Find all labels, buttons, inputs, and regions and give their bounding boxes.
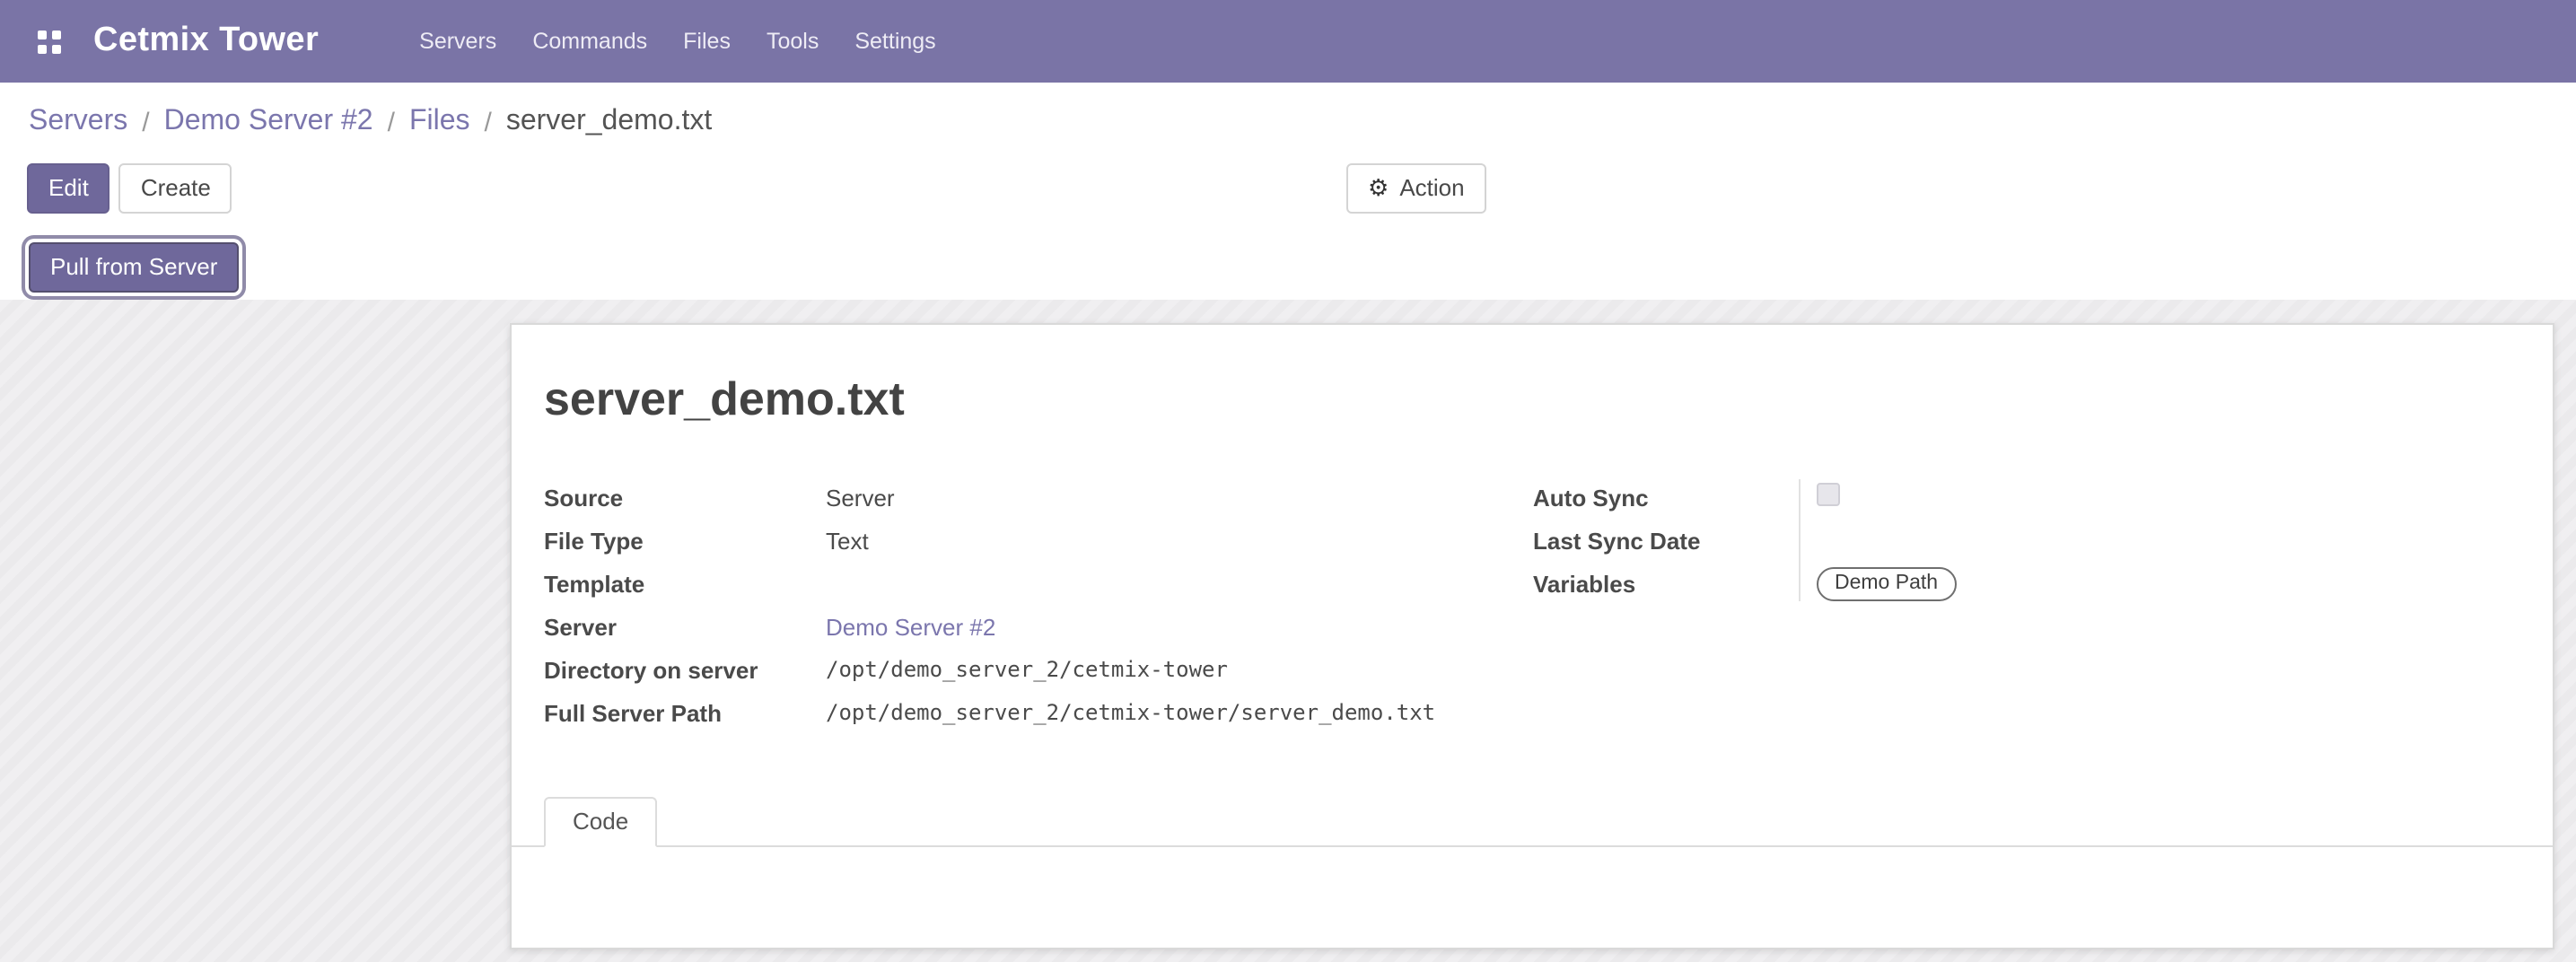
- breadcrumb: Servers / Demo Server #2 / Files / serve…: [29, 106, 712, 138]
- action-button-label: Action: [1399, 174, 1464, 203]
- breadcrumb-separator: /: [388, 107, 395, 137]
- field-label-variables: Variables: [1533, 570, 1817, 597]
- action-button[interactable]: ⚙ Action: [1346, 163, 1486, 214]
- edit-button[interactable]: Edit: [27, 163, 110, 214]
- breadcrumb-link-files[interactable]: Files: [409, 106, 470, 138]
- form-sheet: server_demo.txt Source Server File Type …: [510, 323, 2554, 949]
- field-group-right: Auto Sync Last Sync Date Variables Demo …: [1533, 476, 2511, 605]
- top-navbar: Cetmix Tower Servers Commands Files Tool…: [0, 0, 2576, 83]
- main-menu: Servers Commands Files Tools Settings: [401, 0, 954, 83]
- field-value-file-type: Text: [826, 527, 869, 554]
- field-label-last-sync-date: Last Sync Date: [1533, 527, 1817, 554]
- pull-from-server-button[interactable]: Pull from Server: [29, 242, 239, 293]
- app-brand[interactable]: Cetmix Tower: [93, 22, 319, 61]
- breadcrumb-current: server_demo.txt: [506, 106, 712, 138]
- menu-item-files[interactable]: Files: [665, 0, 749, 83]
- field-row-last-sync-date: Last Sync Date: [1533, 519, 2511, 562]
- gear-icon: ⚙: [1368, 174, 1389, 203]
- field-label-directory: Directory on server: [544, 656, 826, 683]
- tab-code-label: Code: [573, 808, 628, 835]
- field-label-template: Template: [544, 570, 826, 597]
- field-value-full-path: /opt/demo_server_2/cetmix-tower/server_d…: [826, 700, 1435, 725]
- field-value-server-link[interactable]: Demo Server #2: [826, 613, 995, 640]
- record-title: server_demo.txt: [544, 372, 905, 427]
- field-row-source: Source Server: [544, 476, 1504, 519]
- field-row-full-path: Full Server Path /opt/demo_server_2/cetm…: [544, 691, 1504, 734]
- menu-item-commands[interactable]: Commands: [514, 0, 665, 83]
- menu-item-tools[interactable]: Tools: [749, 0, 837, 83]
- variable-tag-demo-path[interactable]: Demo Path: [1817, 566, 1956, 600]
- apps-menu-button[interactable]: [25, 18, 72, 65]
- menu-item-settings[interactable]: Settings: [837, 0, 953, 83]
- app-window: Cetmix Tower Servers Commands Files Tool…: [0, 0, 2576, 962]
- workflow-buttons: Pull from Server: [29, 242, 239, 293]
- breadcrumb-separator: /: [485, 107, 492, 137]
- field-row-file-type: File Type Text: [544, 519, 1504, 562]
- auto-sync-checkbox[interactable]: [1817, 483, 1840, 506]
- field-row-auto-sync: Auto Sync: [1533, 476, 2511, 519]
- create-button[interactable]: Create: [119, 163, 232, 214]
- breadcrumb-link-servers[interactable]: Servers: [29, 106, 127, 138]
- menu-item-servers[interactable]: Servers: [401, 0, 514, 83]
- field-label-file-type: File Type: [544, 527, 826, 554]
- field-label-server: Server: [544, 613, 826, 640]
- field-group-left: Source Server File Type Text Template Se…: [544, 476, 1504, 734]
- apps-grid-icon: [37, 30, 60, 53]
- field-value-source: Server: [826, 484, 895, 511]
- record-buttons: Edit Create: [27, 163, 232, 214]
- field-divider: [1799, 479, 1801, 601]
- field-label-full-path: Full Server Path: [544, 699, 826, 726]
- control-panel: Servers / Demo Server #2 / Files / serve…: [0, 83, 2576, 300]
- notebook-tabs: Code: [512, 797, 2553, 847]
- code-tab-content: [512, 849, 2553, 948]
- field-row-directory: Directory on server /opt/demo_server_2/c…: [544, 648, 1504, 691]
- tab-code[interactable]: Code: [544, 797, 657, 847]
- field-value-directory: /opt/demo_server_2/cetmix-tower: [826, 657, 1228, 682]
- breadcrumb-link-demo-server-2[interactable]: Demo Server #2: [164, 106, 373, 138]
- field-label-source: Source: [544, 484, 826, 511]
- field-row-server: Server Demo Server #2: [544, 605, 1504, 648]
- field-row-template: Template: [544, 562, 1504, 605]
- field-label-auto-sync: Auto Sync: [1533, 484, 1817, 511]
- breadcrumb-separator: /: [142, 107, 149, 137]
- content-area: server_demo.txt Source Server File Type …: [0, 300, 2576, 962]
- field-row-variables: Variables Demo Path: [1533, 562, 2511, 605]
